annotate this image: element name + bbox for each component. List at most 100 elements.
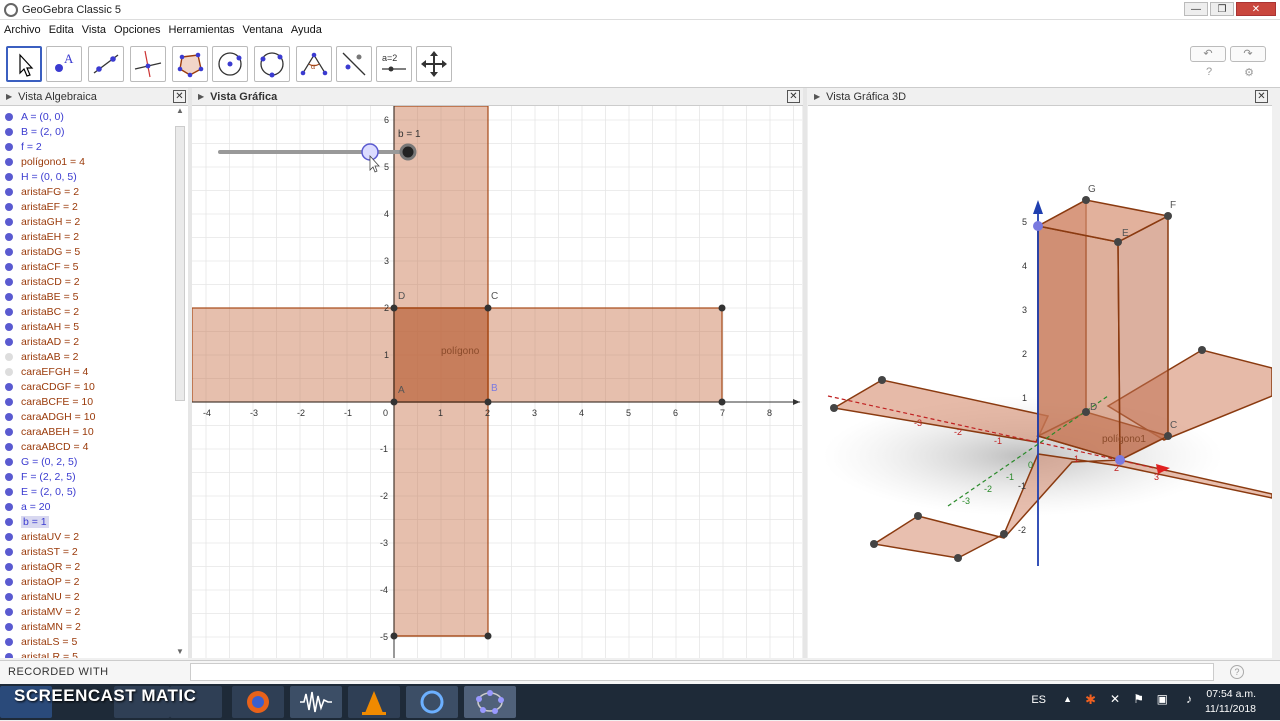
algebra-item[interactable]: aristaQR = 2 (0, 559, 189, 574)
visibility-toggle-icon[interactable] (5, 157, 13, 166)
vertex-point[interactable] (718, 398, 726, 406)
input-bar[interactable] (190, 663, 1214, 681)
visibility-toggle-icon[interactable] (5, 622, 13, 631)
point-C-3d[interactable] (1164, 432, 1172, 440)
algebra-item[interactable]: aristaST = 2 (0, 544, 189, 559)
algebra-item[interactable]: a = 20 (0, 499, 189, 514)
algebra-item[interactable]: aristaUV = 2 (0, 529, 189, 544)
algebra-item[interactable]: aristaCF = 5 (0, 259, 189, 274)
vertex-point[interactable] (830, 404, 838, 412)
visibility-toggle-icon[interactable] (5, 517, 13, 526)
point-G[interactable] (1082, 196, 1090, 204)
vlc-taskbar-icon[interactable] (348, 686, 400, 718)
point-tool-button[interactable]: A (46, 46, 82, 82)
menu-opciones[interactable]: Opciones (114, 24, 160, 36)
point-A[interactable] (390, 398, 398, 406)
point-E[interactable] (1114, 238, 1122, 246)
menu-ventana[interactable]: Ventana (243, 24, 283, 36)
visibility-toggle-icon[interactable] (5, 592, 13, 601)
visibility-toggle-icon[interactable] (5, 382, 13, 391)
menu-vista[interactable]: Vista (82, 24, 106, 36)
point-B[interactable] (484, 398, 492, 406)
vertex-point[interactable] (870, 540, 878, 548)
visibility-toggle-icon[interactable] (5, 187, 13, 196)
algebra-item[interactable]: E = (2, 0, 5) (0, 484, 189, 499)
vertex-point[interactable] (484, 632, 492, 640)
visibility-toggle-icon[interactable] (5, 202, 13, 211)
graphics-view[interactable]: -4 -3 -2 -1 0 1 2 3 4 5 6 7 8 6 5 4 3 2 1 -1 -2 -3 -4 -5 A B C… (192, 106, 802, 658)
minimize-button[interactable]: — (1184, 2, 1208, 16)
perpendicular-tool-button[interactable] (130, 46, 166, 82)
input-help-icon[interactable]: ? (1230, 665, 1244, 679)
tray-app-icon[interactable]: ✱ (1085, 692, 1096, 708)
vertex-point[interactable] (1000, 530, 1008, 538)
vertex-point[interactable] (390, 632, 398, 640)
panel-divider[interactable] (803, 88, 807, 658)
algebra-item[interactable]: aristaEF = 2 (0, 199, 189, 214)
visibility-toggle-icon[interactable] (5, 607, 13, 616)
collapse-triangle-icon[interactable]: ▶ (814, 92, 820, 101)
vertex-point[interactable] (1198, 346, 1206, 354)
prism-face-right[interactable] (1117, 214, 1169, 462)
algebra-item[interactable]: aristaOP = 2 (0, 574, 189, 589)
visibility-toggle-icon[interactable] (5, 232, 13, 241)
algebra-item[interactable]: aristaNU = 2 (0, 589, 189, 604)
visibility-toggle-icon[interactable] (5, 352, 13, 361)
point-F[interactable] (1164, 212, 1172, 220)
vertex-point[interactable] (878, 376, 886, 384)
visibility-toggle-icon[interactable] (5, 367, 13, 376)
geogebra-taskbar-icon[interactable] (464, 686, 516, 718)
menu-archivo[interactable]: Archivo (4, 24, 41, 36)
point-D[interactable] (390, 304, 398, 312)
algebra-item[interactable]: aristaMN = 2 (0, 619, 189, 634)
close-algebra-button[interactable]: ✕ (173, 90, 186, 103)
graphics-canvas[interactable]: -4 -3 -2 -1 0 1 2 3 4 5 6 7 8 6 5 4 3 2 1 -1 -2 -3 -4 -5 A B C… (192, 106, 802, 658)
visibility-toggle-icon[interactable] (5, 562, 13, 571)
visibility-toggle-icon[interactable] (5, 502, 13, 511)
visibility-toggle-icon[interactable] (5, 322, 13, 331)
visibility-toggle-icon[interactable] (5, 652, 13, 658)
maximize-button[interactable]: ❐ (1210, 2, 1234, 16)
visibility-toggle-icon[interactable] (5, 127, 13, 136)
polygon-tool-button[interactable] (172, 46, 208, 82)
vertex-point[interactable] (954, 554, 962, 562)
scroll-down-icon[interactable]: ▼ (175, 647, 185, 656)
algebra-item[interactable]: caraCDGF = 10 (0, 379, 189, 394)
point-H[interactable] (1033, 221, 1043, 231)
algebra-item[interactable]: H = (0, 0, 5) (0, 169, 189, 184)
algebra-item[interactable]: aristaLS = 5 (0, 634, 189, 649)
battery-icon[interactable]: ▣ (1157, 692, 1168, 706)
scrollbar-thumb[interactable] (175, 126, 185, 401)
show-hidden-icons-icon[interactable]: ▲ (1063, 694, 1072, 704)
vertex-point[interactable] (718, 304, 726, 312)
flag-icon[interactable]: ⚑ (1133, 692, 1144, 706)
visibility-toggle-icon[interactable] (5, 262, 13, 271)
collapse-triangle-icon[interactable]: ▶ (6, 92, 12, 101)
slider-endpoint[interactable] (399, 143, 417, 161)
visibility-toggle-icon[interactable] (5, 442, 13, 451)
algebra-item[interactable]: caraADGH = 10 (0, 409, 189, 424)
visibility-toggle-icon[interactable] (5, 172, 13, 181)
slider-tool-button[interactable]: a=2 (376, 46, 412, 82)
algebra-item[interactable]: caraABEH = 10 (0, 424, 189, 439)
algebra-item[interactable]: aristaAH = 5 (0, 319, 189, 334)
visibility-toggle-icon[interactable] (5, 142, 13, 151)
menu-ayuda[interactable]: Ayuda (291, 24, 322, 36)
visibility-toggle-icon[interactable] (5, 427, 13, 436)
visibility-toggle-icon[interactable] (5, 577, 13, 586)
help-icon[interactable]: ? (1206, 66, 1212, 79)
visibility-toggle-icon[interactable] (5, 547, 13, 556)
point-C[interactable] (484, 304, 492, 312)
algebra-item[interactable]: aristaBC = 2 (0, 304, 189, 319)
algebra-item[interactable]: aristaMV = 2 (0, 604, 189, 619)
algebra-item[interactable]: F = (2, 2, 5) (0, 469, 189, 484)
algebra-item[interactable]: B = (2, 0) (0, 124, 189, 139)
algebra-item[interactable]: f = 2 (0, 139, 189, 154)
clock[interactable]: 07:54 a.m. 11/11/2018 (1205, 687, 1256, 717)
vertex-point[interactable] (1082, 408, 1090, 416)
visibility-toggle-icon[interactable] (5, 112, 13, 121)
algebra-item[interactable]: aristaFG = 2 (0, 184, 189, 199)
angle-tool-button[interactable]: α (296, 46, 332, 82)
algebra-item[interactable]: A = (0, 0) (0, 109, 189, 124)
graphics3d-view[interactable]: G F E C D polígono1 5 4 3 2 1 -1 -2 -3 -2 -1 1 2 3 … (808, 106, 1272, 658)
